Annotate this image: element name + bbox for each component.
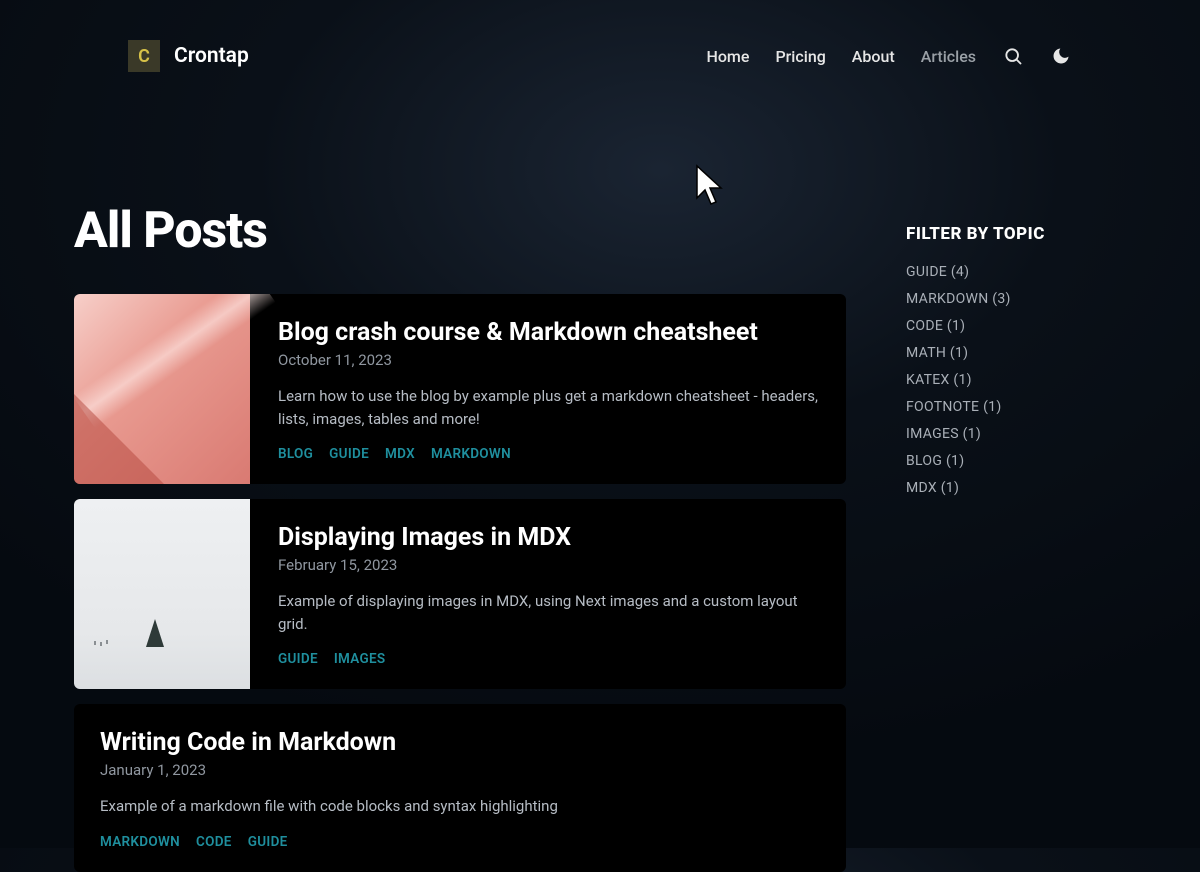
topic-filter[interactable]: MARKDOWN (3): [906, 291, 1126, 307]
post-excerpt: Learn how to use the blog by example plu…: [278, 385, 818, 430]
topic-filter[interactable]: KATEX (1): [906, 372, 1126, 388]
tag[interactable]: MARKDOWN: [100, 834, 180, 850]
tag[interactable]: GUIDE: [248, 834, 288, 850]
topic-filter[interactable]: BLOG (1): [906, 453, 1126, 469]
topic-filter[interactable]: GUIDE (4): [906, 264, 1126, 280]
topic-list: GUIDE (4) MARKDOWN (3) CODE (1) MATH (1) KAT…: [906, 264, 1126, 496]
page-title: All Posts: [74, 202, 846, 260]
brand[interactable]: C Crontap: [128, 40, 249, 72]
post-tags: BLOG GUIDE MDX MARKDOWN: [278, 446, 818, 462]
tag[interactable]: MARKDOWN: [431, 446, 511, 462]
main-nav: Home Pricing About Articles: [707, 45, 1073, 67]
post-tags: MARKDOWN CODE GUIDE: [100, 834, 558, 850]
search-icon[interactable]: [1002, 45, 1024, 67]
topic-filter[interactable]: FOOTNOTE (1): [906, 399, 1126, 415]
post-date: February 15, 2023: [278, 556, 818, 574]
nav-about[interactable]: About: [852, 47, 895, 66]
tag[interactable]: BLOG: [278, 446, 313, 462]
post-title: Blog crash course & Markdown cheatsheet: [278, 318, 818, 347]
post-date: October 11, 2023: [278, 351, 818, 369]
topic-filter[interactable]: MATH (1): [906, 345, 1126, 361]
tag[interactable]: IMAGES: [334, 651, 386, 667]
tag[interactable]: GUIDE: [329, 446, 369, 462]
post-list: Blog crash course & Markdown cheatsheet …: [74, 294, 846, 872]
sidebar-title: FILTER BY TOPIC: [906, 224, 1126, 244]
post-title: Displaying Images in MDX: [278, 523, 818, 552]
post-tags: GUIDE IMAGES: [278, 651, 818, 667]
post-card[interactable]: Writing Code in Markdown January 1, 2023…: [74, 704, 846, 872]
brand-name: Crontap: [174, 44, 249, 68]
nav-home[interactable]: Home: [707, 47, 750, 66]
post-excerpt: Example of displaying images in MDX, usi…: [278, 590, 818, 635]
post-title: Writing Code in Markdown: [100, 728, 558, 757]
post-thumbnail: [74, 499, 250, 689]
post-card[interactable]: Displaying Images in MDX February 15, 20…: [74, 499, 846, 689]
post-date: January 1, 2023: [100, 761, 558, 779]
dark-mode-toggle-icon[interactable]: [1050, 45, 1072, 67]
tag[interactable]: MDX: [385, 446, 415, 462]
tag[interactable]: CODE: [196, 834, 232, 850]
sidebar: FILTER BY TOPIC GUIDE (4) MARKDOWN (3) COD…: [906, 202, 1126, 872]
topic-filter[interactable]: IMAGES (1): [906, 426, 1126, 442]
tag[interactable]: GUIDE: [278, 651, 318, 667]
post-excerpt: Example of a markdown file with code blo…: [100, 795, 558, 818]
topic-filter[interactable]: MDX (1): [906, 480, 1126, 496]
post-card[interactable]: Blog crash course & Markdown cheatsheet …: [74, 294, 846, 484]
nav-pricing[interactable]: Pricing: [775, 47, 825, 66]
nav-articles[interactable]: Articles: [921, 47, 976, 66]
logo-icon: C: [128, 40, 160, 72]
post-thumbnail: [74, 294, 250, 484]
topic-filter[interactable]: CODE (1): [906, 318, 1126, 334]
